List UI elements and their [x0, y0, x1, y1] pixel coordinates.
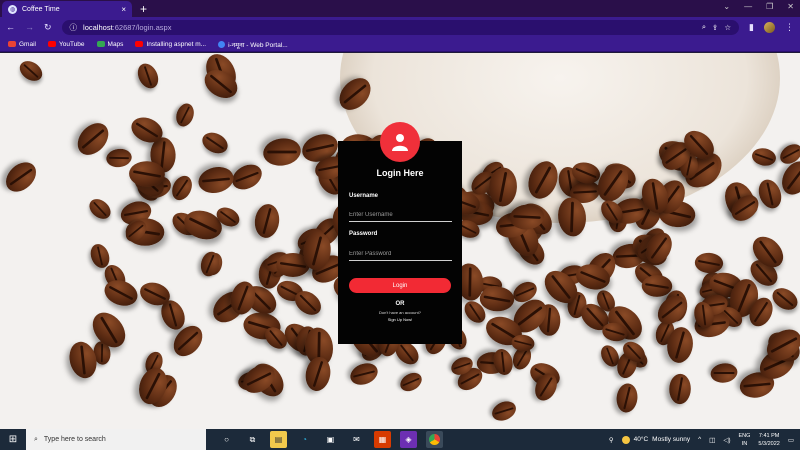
coffee-bean: [261, 136, 303, 169]
signup-link[interactable]: Sign Up Now!: [338, 317, 462, 322]
coffee-bean: [396, 368, 426, 395]
minimize-icon[interactable]: —: [744, 2, 752, 11]
password-label: Password: [349, 231, 378, 237]
portal-icon: [218, 40, 226, 48]
login-page: Login Here Username Password Login OR Do…: [0, 53, 800, 429]
reload-icon[interactable]: ↻: [44, 22, 52, 33]
address-bar[interactable]: ⓘ localhost:62687/login.aspx ⌕ ⇪ ☆: [61, 19, 740, 35]
coffee-bean: [750, 146, 778, 168]
new-tab-button[interactable]: +: [140, 1, 147, 17]
username-input[interactable]: [349, 209, 452, 222]
office-icon[interactable]: ▦: [374, 431, 391, 448]
tab-coffee-time[interactable]: ◍ Coffee Time ×: [2, 1, 132, 17]
url-path: :62687/login.aspx: [112, 22, 172, 32]
coffee-bean: [252, 202, 282, 240]
maps-icon: [96, 41, 105, 47]
login-card: Login Here Username Password Login OR Do…: [338, 122, 462, 344]
login-button[interactable]: Login: [349, 278, 451, 293]
sun-icon: [621, 435, 630, 444]
window-controls: ⌄ — ❐ ✕: [723, 2, 794, 11]
password-input[interactable]: [349, 248, 452, 261]
cortana-icon[interactable]: ○: [218, 431, 235, 448]
windows-taskbar: ⊞ ⌕ Type here to search ○ ⧉ ▤ ◔ ▣ ✉ ▦ ◈ …: [0, 429, 800, 450]
coffee-bean: [105, 147, 134, 169]
taskbar-search[interactable]: ⌕ Type here to search: [26, 429, 206, 450]
taskbar-clock[interactable]: 7:41 PM 5/3/2022: [758, 432, 779, 448]
bookmarks-bar: Gmail YouTube Maps Installing aspnet m..…: [0, 37, 800, 52]
coffee-bean: [133, 60, 163, 93]
coffee-bean: [510, 333, 536, 353]
back-icon[interactable]: ←: [6, 22, 15, 32]
login-title: Login Here: [376, 168, 424, 178]
or-divider-text: OR: [395, 301, 405, 307]
menu-icon[interactable]: ⋮: [785, 22, 794, 33]
zoom-icon[interactable]: ⌕: [702, 22, 706, 32]
youtube-icon: [135, 41, 144, 47]
site-info-icon[interactable]: ⓘ: [70, 22, 78, 33]
coffee-bean: [196, 163, 237, 197]
share-icon[interactable]: ⇪: [712, 23, 718, 32]
bookmark-maps[interactable]: Maps: [96, 41, 123, 48]
coffee-bean: [347, 358, 382, 389]
restore-icon[interactable]: ❐: [766, 2, 773, 11]
bookmark-aspnet[interactable]: Installing aspnet m...: [135, 41, 206, 48]
close-window-icon[interactable]: ✕: [787, 2, 794, 11]
chrome-icon[interactable]: [426, 431, 443, 448]
tab-title: Coffee Time: [22, 5, 60, 13]
browser-tab-bar: ◍ Coffee Time × + ⌄ — ❐ ✕: [0, 0, 800, 17]
coffee-bean: [615, 382, 639, 414]
notification-icon[interactable]: ▭: [788, 436, 794, 444]
task-view-icon[interactable]: ⧉: [244, 431, 261, 448]
store-icon[interactable]: ▣: [322, 431, 339, 448]
coffee-bean: [693, 252, 724, 275]
username-label: Username: [349, 193, 379, 199]
mail-icon[interactable]: ✉: [348, 431, 365, 448]
search-icon: ⌕: [34, 435, 38, 443]
weather-widget[interactable]: 40°C Mostly sunny: [621, 435, 691, 444]
bookmark-star-icon[interactable]: ☆: [724, 23, 731, 32]
gmail-icon: [8, 41, 16, 47]
globe-icon: ◍: [8, 4, 17, 14]
coffee-bean: [768, 283, 800, 314]
taskbar-search-placeholder: Type here to search: [43, 436, 106, 443]
side-panel-icon[interactable]: ▮: [749, 22, 754, 33]
coffee-bean: [86, 305, 132, 354]
language-indicator[interactable]: ENG IN: [739, 432, 751, 448]
url-host: localhost: [83, 22, 113, 32]
bookmark-youtube[interactable]: YouTube: [47, 41, 85, 48]
weather-temp: 40°C: [633, 436, 649, 443]
coffee-bean: [15, 57, 46, 86]
profile-avatar[interactable]: [764, 21, 775, 33]
coffee-bean: [172, 101, 197, 130]
bookmark-web-portal[interactable]: i-नमूना - Web Portal...: [218, 40, 288, 49]
weather-desc: Mostly sunny: [652, 436, 691, 443]
tab-search-icon[interactable]: ⌄: [723, 2, 730, 11]
coffee-bean: [228, 159, 267, 194]
youtube-icon: [47, 41, 56, 47]
coffee-bean: [199, 128, 232, 158]
visual-studio-icon[interactable]: ◈: [400, 431, 417, 448]
forward-icon[interactable]: →: [25, 22, 34, 32]
volume-icon[interactable]: ◁): [723, 436, 730, 444]
people-icon[interactable]: ⚲: [609, 436, 614, 444]
network-icon[interactable]: ◫: [709, 436, 715, 444]
coffee-bean: [709, 361, 740, 385]
file-explorer-icon[interactable]: ▤: [270, 431, 287, 448]
coffee-bean: [85, 194, 115, 223]
user-avatar-icon: [380, 122, 420, 162]
system-tray: ⚲ 40°C Mostly sunny ^ ◫ ◁) ENG IN 7:41 P…: [609, 432, 800, 448]
no-account-text: Don't have an account?: [379, 310, 421, 315]
browser-toolbar: ← → ↻ ⓘ localhost:62687/login.aspx ⌕ ⇪ ☆…: [0, 17, 800, 37]
windows-start-icon[interactable]: ⊞: [0, 429, 26, 450]
chevron-up-icon[interactable]: ^: [698, 436, 701, 443]
bookmark-gmail[interactable]: Gmail: [8, 41, 36, 48]
close-tab-icon[interactable]: ×: [121, 5, 126, 14]
coffee-bean: [0, 156, 43, 198]
coffee-bean: [668, 373, 692, 405]
edge-icon[interactable]: ◔: [296, 431, 313, 448]
coffee-bean: [479, 286, 515, 312]
coffee-bean: [489, 397, 520, 425]
coffee-bean: [168, 172, 197, 204]
